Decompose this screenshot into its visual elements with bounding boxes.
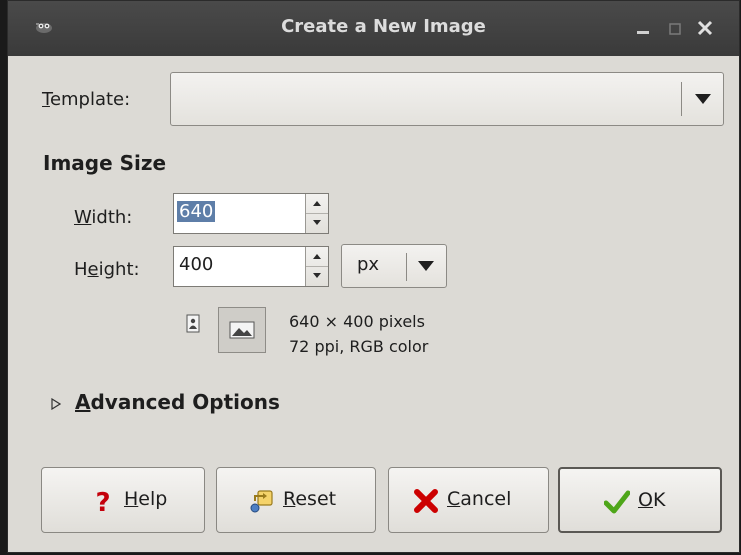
help-label-rest: elp <box>138 488 168 510</box>
width-spinbutton[interactable]: 640 <box>173 193 329 234</box>
advanced-label-mnemonic: A <box>75 390 91 414</box>
width-decrement-button[interactable] <box>306 213 328 232</box>
checkmark-icon <box>604 490 630 514</box>
advanced-options-label: Advanced Options <box>75 390 280 414</box>
chevron-down-icon <box>418 261 434 271</box>
cancel-label: Cancel <box>447 488 511 510</box>
maximize-icon <box>669 23 681 35</box>
height-spinbutton[interactable]: 400 <box>173 246 329 287</box>
image-size-heading: Image Size <box>43 151 167 175</box>
reset-button[interactable]: Reset <box>216 467 376 533</box>
image-dimensions-info: 640 × 400 pixels <box>289 312 425 331</box>
height-value[interactable]: 400 <box>179 254 213 275</box>
combo-separator <box>406 253 407 281</box>
cancel-button[interactable]: Cancel <box>388 467 549 533</box>
maximize-button[interactable] <box>664 15 686 41</box>
arrow-down-icon <box>313 220 321 225</box>
close-button[interactable] <box>694 15 716 41</box>
width-value[interactable]: 640 <box>177 201 216 222</box>
unit-combobox[interactable]: px <box>341 244 447 288</box>
template-combobox[interactable] <box>170 72 724 126</box>
minimize-button[interactable] <box>632 15 654 41</box>
minimize-icon <box>637 31 649 34</box>
cancel-label-rest: ancel <box>460 488 512 510</box>
close-icon <box>697 20 713 36</box>
help-button[interactable]: ? Help <box>41 467 205 533</box>
height-label: Height: <box>74 259 140 280</box>
advanced-label-rest: dvanced Options <box>90 390 280 414</box>
arrow-down-icon <box>313 273 321 278</box>
width-label-mnemonic: W <box>74 207 92 228</box>
ok-label-rest: K <box>652 489 666 511</box>
arrow-up-icon <box>313 254 321 259</box>
create-new-image-dialog: Create a New Image Template: Image Size … <box>7 0 740 553</box>
template-label-mnemonic: T <box>42 89 50 110</box>
window-title: Create a New Image <box>281 16 486 37</box>
reset-mnemonic: R <box>283 488 296 510</box>
title-bar[interactable]: Create a New Image <box>8 1 739 56</box>
ok-label: OK <box>638 489 665 511</box>
portrait-button[interactable] <box>182 313 204 335</box>
width-label: Width: <box>74 207 132 228</box>
height-increment-button[interactable] <box>306 247 328 267</box>
width-increment-button[interactable] <box>306 194 328 214</box>
reset-label-rest: eset <box>295 488 337 510</box>
template-label-rest: emplate: <box>49 89 131 110</box>
height-spin-buttons <box>305 247 328 286</box>
landscape-orientation-icon <box>229 321 255 339</box>
chevron-down-icon <box>695 94 711 104</box>
cancel-mnemonic: C <box>447 488 461 510</box>
ok-button[interactable]: OK <box>558 467 722 533</box>
portrait-orientation-icon <box>186 314 200 333</box>
width-spin-buttons <box>305 194 328 233</box>
cancel-x-icon <box>414 489 438 513</box>
image-resolution-info: 72 ppi, RGB color <box>289 337 429 356</box>
combo-separator <box>681 82 682 116</box>
triangle-right-icon <box>51 398 61 410</box>
landscape-button[interactable] <box>218 307 266 353</box>
height-label-pre: H <box>74 259 88 280</box>
arrow-up-icon <box>313 201 321 206</box>
height-label-rest: ight: <box>98 259 140 280</box>
width-label-rest: idth: <box>91 207 133 228</box>
help-mnemonic: H <box>124 488 139 510</box>
ok-mnemonic: O <box>638 489 653 511</box>
question-mark-icon: ? <box>95 488 110 514</box>
template-label: Template: <box>42 89 130 110</box>
height-decrement-button[interactable] <box>306 266 328 285</box>
height-label-mnemonic: e <box>87 259 99 280</box>
svg-text:?: ? <box>95 488 110 514</box>
reset-label: Reset <box>283 488 336 510</box>
unit-value: px <box>357 254 380 275</box>
reset-icon <box>250 490 273 513</box>
help-label: Help <box>124 488 167 510</box>
